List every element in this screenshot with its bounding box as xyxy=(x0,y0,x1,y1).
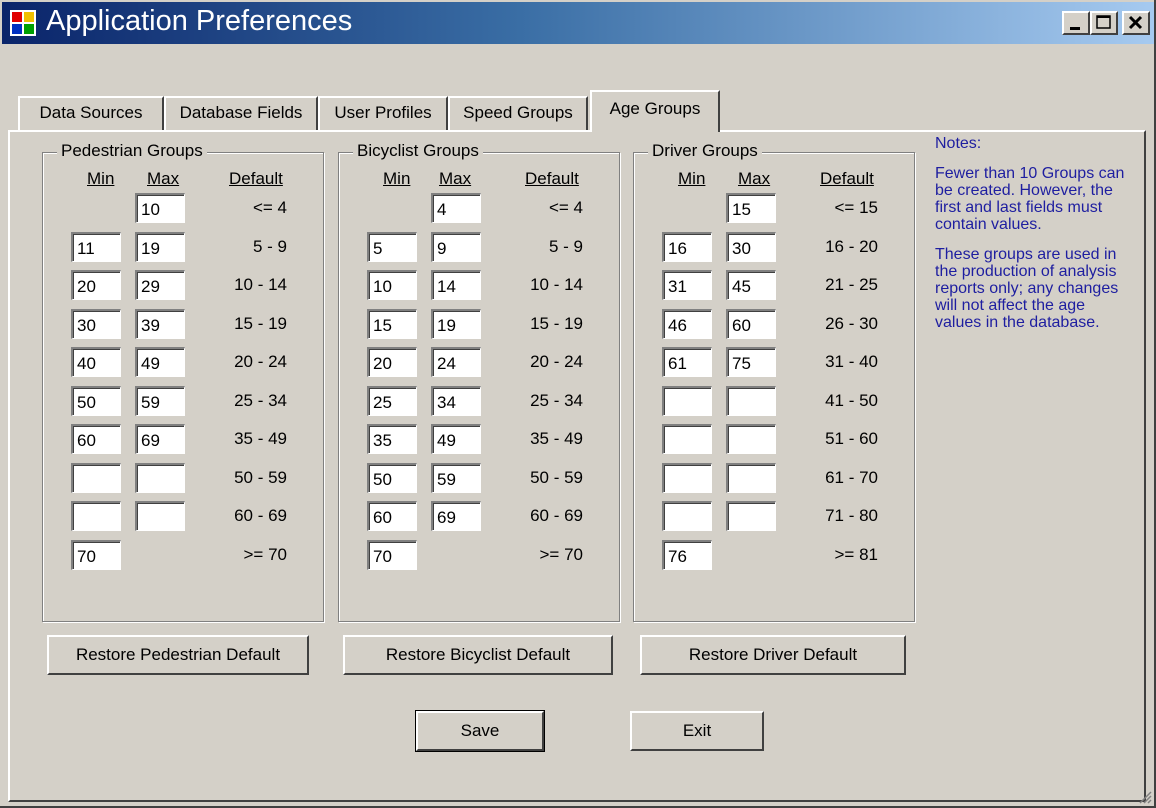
default-range-label: >= 70 xyxy=(243,545,288,564)
default-range-label: 10 - 14 xyxy=(530,275,583,294)
default-range-label: 26 - 30 xyxy=(825,314,878,333)
notes-panel: Notes: Fewer than 10 Groups can be creat… xyxy=(935,135,1125,344)
max-column-header: Max xyxy=(439,169,472,188)
driver-groups-box: Driver Groups Min Max Default <= 15 16 - … xyxy=(633,141,915,622)
notes-paragraph-2: These groups are used in the production … xyxy=(935,246,1119,331)
tab-database-fields[interactable]: Database Fields xyxy=(164,96,318,130)
default-range-label: 35 - 49 xyxy=(234,429,287,448)
min-age-input[interactable] xyxy=(367,463,417,493)
min-age-input[interactable] xyxy=(367,347,417,377)
default-range-label: 51 - 60 xyxy=(825,429,878,448)
default-range-label: 5 - 9 xyxy=(548,237,583,256)
default-range-label: 20 - 24 xyxy=(530,352,583,371)
tab-age-groups[interactable]: Age Groups xyxy=(590,90,720,132)
default-range-label: 25 - 34 xyxy=(530,391,583,410)
default-range-label: 35 - 49 xyxy=(530,429,583,448)
restore-driver-default-button[interactable]: Restore Driver Default xyxy=(640,635,906,675)
default-column-header: Default xyxy=(820,169,874,188)
default-range-label: >= 81 xyxy=(834,545,879,564)
bicyclist-groups-box: Bicyclist Groups Min Max Default <= 4 5 -… xyxy=(338,141,620,622)
default-range-label: <= 15 xyxy=(834,198,879,217)
default-range-label: 10 - 14 xyxy=(234,275,287,294)
min-age-input[interactable] xyxy=(367,386,417,416)
min-age-input[interactable] xyxy=(71,540,121,570)
tab-user-profiles[interactable]: User Profiles xyxy=(318,96,448,130)
default-range-label: 15 - 19 xyxy=(234,314,287,333)
tab-data-sources[interactable]: Data Sources xyxy=(18,96,164,130)
min-age-input[interactable] xyxy=(662,309,712,339)
min-age-input[interactable] xyxy=(71,270,121,300)
tab-speed-groups[interactable]: Speed Groups xyxy=(448,96,588,130)
default-column-header: Default xyxy=(229,169,283,188)
title-bar[interactable]: Application Preferences xyxy=(2,2,1154,44)
min-age-input[interactable] xyxy=(662,347,712,377)
min-age-input[interactable] xyxy=(367,540,417,570)
min-age-input[interactable] xyxy=(367,309,417,339)
min-age-input[interactable] xyxy=(71,501,121,531)
min-age-input[interactable] xyxy=(71,232,121,262)
default-range-label: 71 - 80 xyxy=(825,506,878,525)
default-range-label: 31 - 40 xyxy=(825,352,878,371)
resize-grip-icon[interactable] xyxy=(1138,790,1152,804)
min-column-header: Min xyxy=(383,169,411,188)
close-icon xyxy=(1128,15,1143,30)
min-age-input[interactable] xyxy=(367,424,417,454)
min-age-input[interactable] xyxy=(71,463,121,493)
default-range-label: 50 - 59 xyxy=(530,468,583,487)
exit-button[interactable]: Exit xyxy=(630,711,764,751)
min-age-input[interactable] xyxy=(71,347,121,377)
close-button[interactable] xyxy=(1122,11,1150,35)
restore-pedestrian-default-button[interactable]: Restore Pedestrian Default xyxy=(47,635,309,675)
save-button[interactable]: Save xyxy=(415,710,545,752)
pedestrian-groups-box: Pedestrian Groups Min Max Default <= 4 5 … xyxy=(42,141,324,622)
min-age-input[interactable] xyxy=(662,386,712,416)
window-title: Application Preferences xyxy=(46,5,353,37)
min-age-input[interactable] xyxy=(662,463,712,493)
default-range-label: 60 - 69 xyxy=(530,506,583,525)
default-range-label: 5 - 9 xyxy=(252,237,287,256)
default-range-label: 21 - 25 xyxy=(825,275,878,294)
notes-paragraph-1: Fewer than 10 Groups can be created. How… xyxy=(935,165,1125,233)
default-column-header: Default xyxy=(525,169,579,188)
restore-bicyclist-default-button[interactable]: Restore Bicyclist Default xyxy=(343,635,613,675)
min-age-input[interactable] xyxy=(71,309,121,339)
default-range-label: <= 4 xyxy=(252,198,287,217)
default-range-label: 60 - 69 xyxy=(234,506,287,525)
min-age-input[interactable] xyxy=(71,424,121,454)
maximize-icon xyxy=(1096,15,1111,29)
default-range-label: 41 - 50 xyxy=(825,391,878,410)
default-range-label: 25 - 34 xyxy=(234,391,287,410)
default-range-label: <= 4 xyxy=(548,198,583,217)
default-range-label: 61 - 70 xyxy=(825,468,878,487)
min-age-input[interactable] xyxy=(367,270,417,300)
min-column-header: Min xyxy=(87,169,115,188)
max-column-header: Max xyxy=(147,169,180,188)
notes-heading: Notes: xyxy=(935,135,982,152)
app-window: Application Preferences Data Sources Dat… xyxy=(0,0,1156,808)
group-title: Bicyclist Groups xyxy=(353,141,483,161)
min-age-input[interactable] xyxy=(367,501,417,531)
minimize-button[interactable] xyxy=(1062,11,1090,35)
min-age-input[interactable] xyxy=(662,501,712,531)
minimize-icon xyxy=(1070,27,1080,30)
app-grid-icon[interactable] xyxy=(10,10,36,36)
default-range-label: 15 - 19 xyxy=(530,314,583,333)
default-range-label: 50 - 59 xyxy=(234,468,287,487)
default-range-label: 16 - 20 xyxy=(825,237,878,256)
default-range-label: >= 70 xyxy=(539,545,584,564)
group-title: Driver Groups xyxy=(648,141,762,161)
min-age-input[interactable] xyxy=(662,270,712,300)
default-range-label: 20 - 24 xyxy=(234,352,287,371)
group-title: Pedestrian Groups xyxy=(57,141,207,161)
min-age-input[interactable] xyxy=(662,424,712,454)
min-age-input[interactable] xyxy=(71,386,121,416)
maximize-button[interactable] xyxy=(1090,11,1118,35)
min-age-input[interactable] xyxy=(367,232,417,262)
min-column-header: Min xyxy=(678,169,706,188)
min-age-input[interactable] xyxy=(662,540,712,570)
min-age-input[interactable] xyxy=(662,232,712,262)
max-column-header: Max xyxy=(738,169,771,188)
